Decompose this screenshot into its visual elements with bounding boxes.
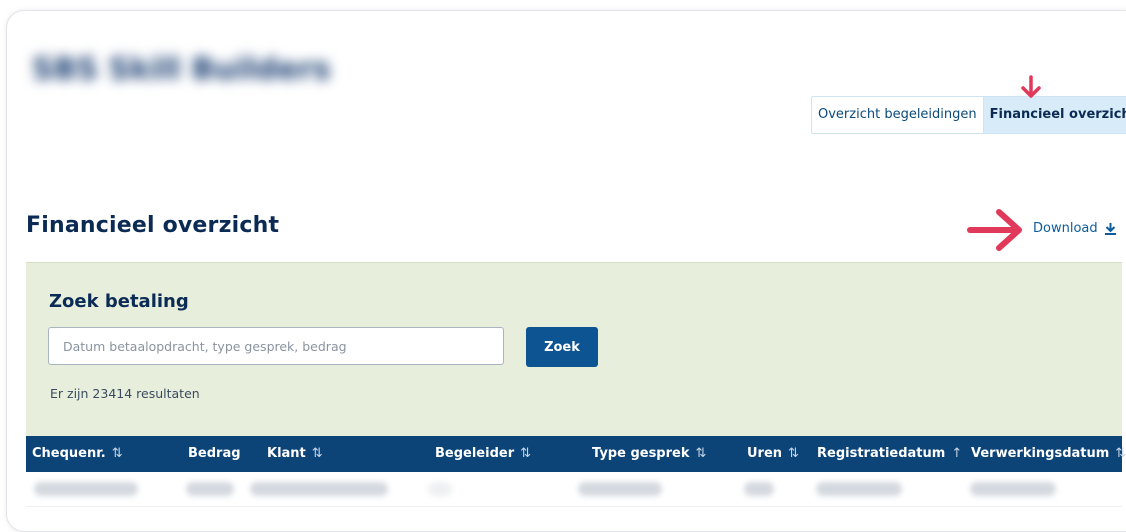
blurred-cell (34, 482, 138, 496)
sort-icon: ⇅ (520, 446, 532, 461)
table-row (26, 472, 1122, 507)
column-header-begeleider[interactable]: Begeleider ⇅ (435, 436, 531, 472)
search-panel: Zoek betaling Zoek Er zijn 23414 resulta… (26, 262, 1122, 437)
sort-icon: ⇅ (311, 446, 323, 461)
sort-icon: ⇅ (695, 446, 707, 461)
blurred-cell (970, 482, 1056, 496)
sort-icon: ⇅ (111, 446, 123, 461)
table-header: Chequenr. ⇅ Bedrag Klant ⇅ Begeleider ⇅ … (26, 436, 1126, 472)
column-header-verwerkingsdatum[interactable]: Verwerkingsdatum ⇅ (971, 436, 1126, 472)
sort-icon: ⇅ (1115, 446, 1126, 461)
sort-icon: ⇅ (788, 446, 799, 461)
page-title: Financieel overzicht (26, 213, 280, 238)
blurred-cell (186, 482, 234, 496)
download-icon (1104, 223, 1116, 235)
result-count: Er zijn 23414 resultaten (50, 386, 200, 401)
download-link[interactable]: Download (1033, 221, 1117, 236)
blurred-cell (250, 482, 388, 496)
blurred-cell (744, 482, 774, 496)
column-header-registratiedatum[interactable]: Registratiedatum ↑ (817, 436, 962, 472)
tab-overzicht-begeleidingen[interactable]: Overzicht begeleidingen (812, 97, 983, 133)
blurred-cell (816, 482, 902, 496)
tab-financieel-overzicht[interactable]: Financieel overzicht (982, 97, 1126, 133)
column-header-chequenr[interactable]: Chequenr. ⇅ (32, 436, 123, 472)
blurred-cell (578, 482, 662, 496)
search-button[interactable]: Zoek (526, 327, 598, 367)
download-label: Download (1033, 221, 1098, 236)
blurred-cell (428, 482, 452, 496)
column-header-klant[interactable]: Klant ⇅ (267, 436, 323, 472)
column-header-bedrag: Bedrag (188, 446, 241, 461)
search-input[interactable] (48, 327, 504, 365)
blurred-organization-title: SBS Skill Builders (32, 52, 331, 87)
column-header-type-gesprek[interactable]: Type gesprek ⇅ (592, 436, 706, 472)
arrow-right-annotation-icon (967, 209, 1022, 251)
view-tabs: Overzicht begeleidingen Financieel overz… (811, 96, 1126, 134)
sort-ascending-icon: ↑ (951, 446, 963, 461)
arrow-down-annotation-icon (1021, 75, 1041, 98)
column-header-uren[interactable]: Uren ⇅ (747, 436, 799, 472)
search-title: Zoek betaling (49, 291, 189, 312)
